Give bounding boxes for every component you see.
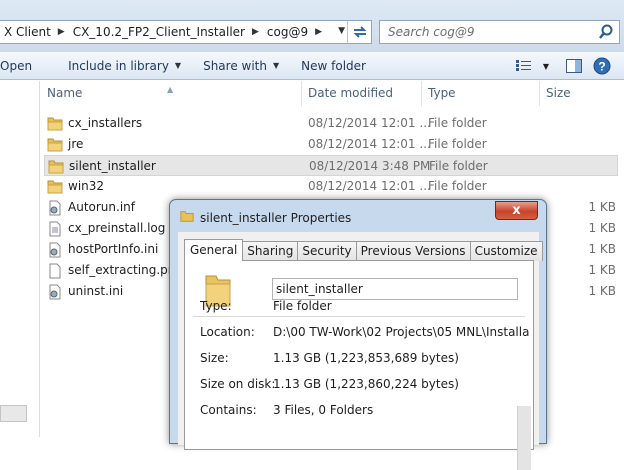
view-options-icon[interactable]: [510, 54, 538, 78]
property-value: 1.13 GB (1,223,860,224 bytes): [273, 377, 459, 391]
file-date: 08/12/2014 12:01 ...: [308, 116, 431, 130]
tab-customize[interactable]: Customize: [469, 241, 543, 261]
list-item[interactable]: silent_installer 08/12/2014 3:48 PM File f…: [44, 155, 618, 176]
property-label: Location:: [200, 325, 255, 339]
chevron-down-icon[interactable]: ▼: [538, 54, 554, 78]
tab-security[interactable]: Security: [297, 241, 357, 261]
list-item[interactable]: cx_installers 08/12/2014 12:01 ... File fo…: [44, 113, 618, 134]
breadcrumb-chevron-icon[interactable]: ▶: [312, 27, 325, 37]
include-in-library-label: Include in library: [68, 58, 169, 73]
search-input[interactable]: [386, 22, 596, 42]
property-label: Size on disk:: [200, 377, 276, 391]
breadcrumb-chevron-icon[interactable]: ▶: [55, 27, 68, 37]
search-icon[interactable]: [598, 24, 614, 43]
file-name: hostPortInfo.ini: [68, 242, 159, 256]
file-name: cx_installers: [68, 116, 143, 130]
search-box[interactable]: [379, 20, 620, 44]
list-item[interactable]: jre 08/12/2014 12:01 ... File folder: [44, 134, 618, 155]
file-name: Autorun.inf: [68, 200, 135, 214]
folder-icon: [48, 159, 64, 177]
file-name: jre: [68, 137, 84, 151]
divider: [193, 316, 525, 317]
file-type: File folder: [428, 116, 487, 130]
address-bar[interactable]: X Client ▶ CX_10.2_FP2_Client_Installer …: [0, 20, 372, 44]
column-header-name[interactable]: Name ▲: [41, 81, 302, 106]
general-panel: Type: File folder Location: D:\00 TW-Work\0…: [184, 260, 534, 470]
folder-icon: [47, 137, 63, 155]
refresh-icon[interactable]: [347, 21, 371, 43]
settings-file-icon: [47, 242, 63, 261]
tab-general[interactable]: General: [184, 239, 244, 261]
folder-name-field[interactable]: [272, 278, 518, 300]
property-label: Contains:: [200, 403, 257, 417]
close-button[interactable]: x: [495, 201, 538, 220]
column-header-row: Name ▲ Date modified Type Size: [41, 81, 624, 106]
property-value: File folder: [273, 299, 332, 313]
folder-icon: [180, 209, 194, 226]
tab-previous-versions[interactable]: Previous Versions: [355, 241, 471, 261]
dialog-title: silent_installer Properties: [200, 210, 352, 225]
open-button[interactable]: Open: [0, 54, 40, 78]
file-size: 1 KB: [588, 221, 616, 235]
include-in-library-button[interactable]: Include in library ▼: [60, 54, 189, 78]
close-icon: x: [512, 203, 521, 218]
breadcrumb-installer[interactable]: CX_10.2_FP2_Client_Installer: [68, 25, 249, 39]
file-date: 08/12/2014 12:01 ...: [308, 179, 431, 193]
breadcrumb-x-client[interactable]: X Client: [0, 25, 55, 39]
settings-file-icon: [47, 200, 63, 219]
share-with-label: Share with: [203, 58, 267, 73]
horizontal-scrollbar[interactable]: [0, 405, 27, 422]
file-name: silent_installer: [69, 159, 156, 173]
address-row: X Client ▶ CX_10.2_FP2_Client_Installer …: [0, 0, 624, 52]
file-type: File folder: [428, 179, 487, 193]
command-bar: Open Include in library ▼ Share with ▼ N…: [0, 52, 624, 80]
folder-icon: [47, 179, 63, 197]
sort-ascending-icon: ▲: [167, 85, 174, 94]
file-name: uninst.ini: [68, 284, 124, 298]
file-name: win32: [68, 179, 105, 193]
blank-file-icon: [47, 263, 63, 282]
tab-sharing[interactable]: Sharing: [242, 241, 299, 261]
chevron-down-icon: ▼: [272, 61, 280, 70]
property-label: Size:: [200, 351, 229, 365]
breadcrumb-cog9[interactable]: cog@9: [262, 25, 312, 39]
file-size: 1 KB: [588, 263, 616, 277]
file-type: File folder: [428, 137, 487, 151]
column-header-date[interactable]: Date modified: [302, 81, 422, 106]
column-header-size[interactable]: Size: [540, 81, 624, 106]
preview-pane-icon[interactable]: [560, 54, 588, 78]
chevron-down-icon: ▼: [174, 61, 182, 70]
file-name: cx_preinstall.log: [68, 221, 166, 235]
navigation-pane[interactable]: [0, 81, 40, 437]
property-label: Type:: [200, 299, 232, 313]
svg-text:?: ?: [598, 60, 605, 74]
properties-dialog[interactable]: silent_installer Properties x General Sh…: [169, 199, 547, 470]
dialog-title-bar[interactable]: silent_installer Properties: [180, 209, 351, 226]
property-value: 3 Files, 0 Folders: [273, 403, 374, 417]
address-dropdown-icon[interactable]: ▼: [338, 26, 345, 36]
file-date: 08/12/2014 12:01 ...: [308, 137, 431, 151]
file-type: File folder: [429, 159, 488, 173]
file-size: 1 KB: [588, 284, 616, 298]
file-size: 1 KB: [588, 200, 616, 214]
breadcrumb-chevron-icon[interactable]: ▶: [249, 27, 262, 37]
file-date: 08/12/2014 3:48 PM: [309, 159, 431, 173]
folder-icon: [47, 116, 63, 134]
column-name-label: Name: [47, 86, 83, 100]
vertical-scrollbar[interactable]: [517, 406, 531, 470]
property-value: 1.13 GB (1,223,853,689 bytes): [273, 351, 459, 365]
file-size: 1 KB: [588, 242, 616, 256]
dialog-body: General Sharing Security Previous Versio…: [178, 232, 543, 470]
new-folder-button[interactable]: New folder: [293, 54, 374, 78]
settings-file-icon: [47, 284, 63, 303]
property-value: D:\00 TW-Work\02 Projects\05 MNL\Install…: [273, 325, 529, 339]
column-header-type[interactable]: Type: [422, 81, 540, 106]
text-file-icon: [47, 221, 63, 240]
help-icon[interactable]: ?: [588, 54, 616, 78]
share-with-button[interactable]: Share with ▼: [195, 54, 287, 78]
tab-strip: General Sharing Security Previous Versio…: [184, 239, 543, 261]
list-item[interactable]: win32 08/12/2014 12:01 ... File folder: [44, 176, 618, 197]
